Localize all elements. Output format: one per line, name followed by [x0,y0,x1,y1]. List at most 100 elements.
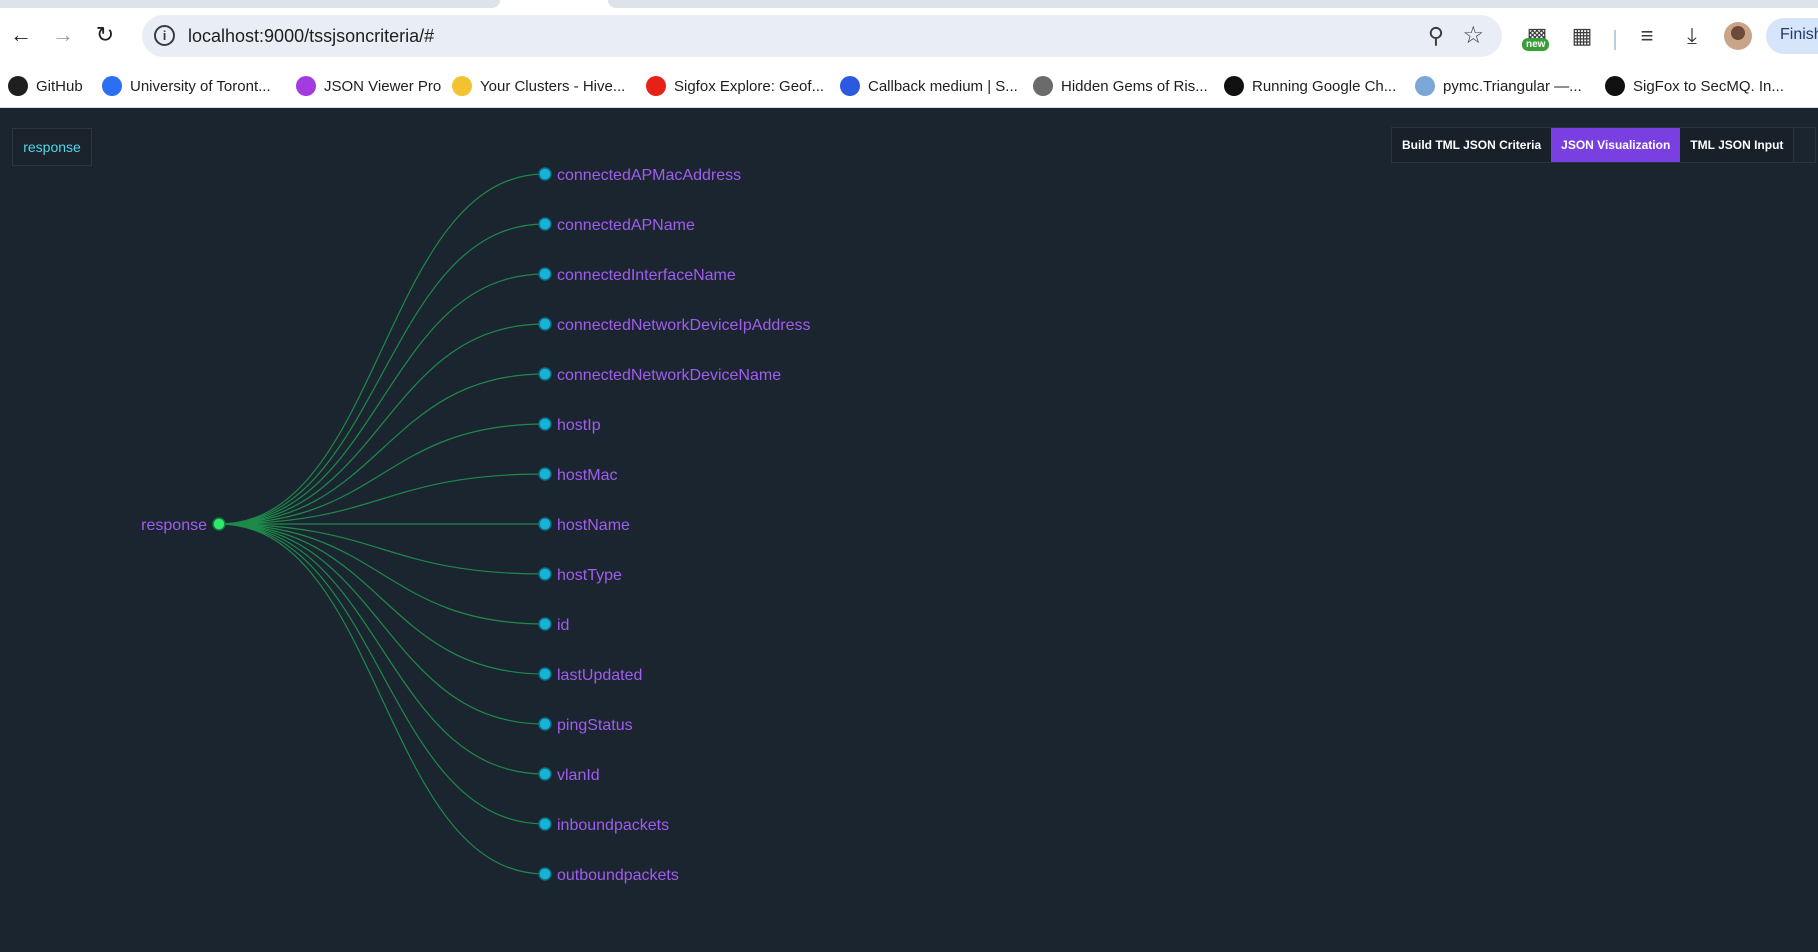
tree-leaf-label[interactable]: vlanId [557,767,600,784]
forward-icon[interactable]: → [48,20,78,50]
zoom-icon [102,76,122,96]
tree-leaf-label[interactable]: outboundpackets [557,867,679,884]
bookmark-label: SigFox to SecMQ. In... [1633,77,1784,95]
bookmark-star-icon[interactable]: ☆ [1462,21,1484,50]
url-text[interactable]: localhost:9000/tssjsoncriteria/# [188,26,434,47]
tree-leaf-label[interactable]: hostType [557,567,622,584]
bookmark-item[interactable]: Sigfox Explore: Geof... [646,74,824,98]
tree-link [218,523,546,675]
browser-toolbar: ← → ↻ i localhost:9000/tssjsoncriteria/#… [0,8,1818,64]
bookmark-label: JSON Viewer Pro [324,77,442,95]
root-breadcrumb-tag[interactable]: response [12,128,92,166]
site-info-icon[interactable]: i [154,25,175,46]
bookmark-item[interactable]: Running Google Ch... [1224,74,1396,98]
json-viewer-icon [296,76,316,96]
tree-leaf-node[interactable] [538,867,552,881]
tree-leaf-label[interactable]: connectedNetworkDeviceName [557,367,781,384]
download-icon[interactable]: ⤓ [1678,22,1706,50]
app-canvas: connectedAPMacAddress connectedAPName conn… [0,108,1818,952]
tab-tml-json-input[interactable]: TML JSON Input [1680,128,1794,162]
tree-leaf-label[interactable]: lastUpdated [557,667,642,684]
tree-leaf-label[interactable]: hostIp [557,417,601,434]
tree-leaf-label[interactable]: connectedAPMacAddress [557,167,741,184]
bookmark-item[interactable]: Hidden Gems of Ris... [1033,74,1208,98]
zoom-icon[interactable]: ⚲ [1428,23,1444,49]
tree-leaf-label[interactable]: connectedNetworkDeviceIpAddress [557,317,810,334]
tree-root-node[interactable] [212,517,226,531]
medium-icon [1605,76,1625,96]
bookmark-item[interactable]: pymc.Triangular —... [1415,74,1582,98]
bookmark-label: Sigfox Explore: Geof... [674,77,825,95]
bookmark-item[interactable]: Your Clusters - Hive... [452,74,625,98]
rocket-icon [1415,76,1435,96]
github-icon [8,76,28,96]
view-tabs: Build TML JSON Criteria JSON Visualizati… [1391,127,1817,163]
tree-link [218,423,546,525]
tree-leaf-label[interactable]: hostMac [557,467,617,484]
tree-leaf-node[interactable] [538,467,552,481]
bookmark-label: University of Toront... [130,77,271,95]
tree-link [218,523,546,825]
butterfly-icon [840,76,860,96]
tab-strip [0,0,1818,8]
tree-link [218,523,546,875]
tab-json-visualization[interactable]: JSON Visualization [1551,128,1681,162]
tab-build-tml-json-criteria[interactable]: Build TML JSON Criteria [1392,128,1552,162]
bookmark-label: Running Google Ch... [1252,77,1397,95]
tree-leaf-label[interactable]: hostName [557,517,630,534]
address-bar[interactable]: i localhost:9000/tssjsoncriteria/# ⚲ ☆ [142,15,1502,57]
extensions-puzzle-icon[interactable]: ▦ [1568,22,1596,50]
tree-leaf-node[interactable] [538,717,552,731]
bookmark-item[interactable]: JSON Viewer Pro [296,74,441,98]
tree-leaf-label[interactable]: pingStatus [557,717,633,734]
tree-leaf-node[interactable] [538,567,552,581]
tree-link [218,173,546,525]
bookmark-label: GitHub [36,77,83,95]
tree-leaf-node[interactable] [538,417,552,431]
tab-overflow[interactable] [1793,128,1816,162]
tree-link [218,323,546,525]
youtube-icon [646,76,666,96]
tree-link [218,273,546,525]
tree-leaf-node[interactable] [538,767,552,781]
bookmark-item[interactable]: University of Toront... [102,74,271,98]
json-tree-visualization: connectedAPMacAddress connectedAPName conn… [141,167,810,884]
bookmark-label: Your Clusters - Hive... [480,77,626,95]
toolbar-divider [1614,30,1616,50]
hivemq-icon [452,76,472,96]
tree-leaf-node[interactable] [538,267,552,281]
bookmark-item[interactable]: Callback medium | S... [840,74,1018,98]
bookmark-label: Callback medium | S... [868,77,1018,95]
bookmark-item[interactable]: GitHub [8,74,83,98]
finish-update-button[interactable]: Finish [1766,18,1818,54]
reload-icon[interactable]: ↻ [90,20,120,50]
tree-leaf-node[interactable] [538,317,552,331]
tree-leaf-label[interactable]: connectedInterfaceName [557,267,736,284]
tree-leaf-label[interactable]: inboundpackets [557,817,669,834]
medium-icon [1224,76,1244,96]
tree-leaf-node[interactable] [538,517,552,531]
tree-root-label[interactable]: response [141,517,207,534]
bookmark-label: Hidden Gems of Ris... [1061,77,1208,95]
profile-avatar[interactable] [1724,22,1752,50]
back-icon[interactable]: ← [6,20,36,50]
tree-leaf-node[interactable] [538,367,552,381]
tree-leaf-node[interactable] [538,167,552,181]
bookmark-item[interactable]: SigFox to SecMQ. In... [1605,74,1784,98]
tree-leaf-node[interactable] [538,667,552,681]
tree-leaf-node[interactable] [538,617,552,631]
new-badge: new [1522,38,1550,51]
tree-leaf-node[interactable] [538,217,552,231]
tree-leaf-label[interactable]: id [557,617,569,634]
bookmark-label: pymc.Triangular —... [1443,77,1582,95]
tree-leaf-node[interactable] [538,817,552,831]
tree-leaf-label[interactable]: connectedAPName [557,217,695,234]
media-playlist-icon[interactable]: ≡ [1633,22,1661,50]
tree-link [218,223,546,525]
bookmarks-bar: GitHub University of Toront... JSON Viewer… [0,64,1818,108]
tree-link [218,373,546,525]
building-icon [1033,76,1053,96]
tree-link [218,523,546,725]
tree-link [218,523,546,625]
browser-tab[interactable] [0,0,500,8]
